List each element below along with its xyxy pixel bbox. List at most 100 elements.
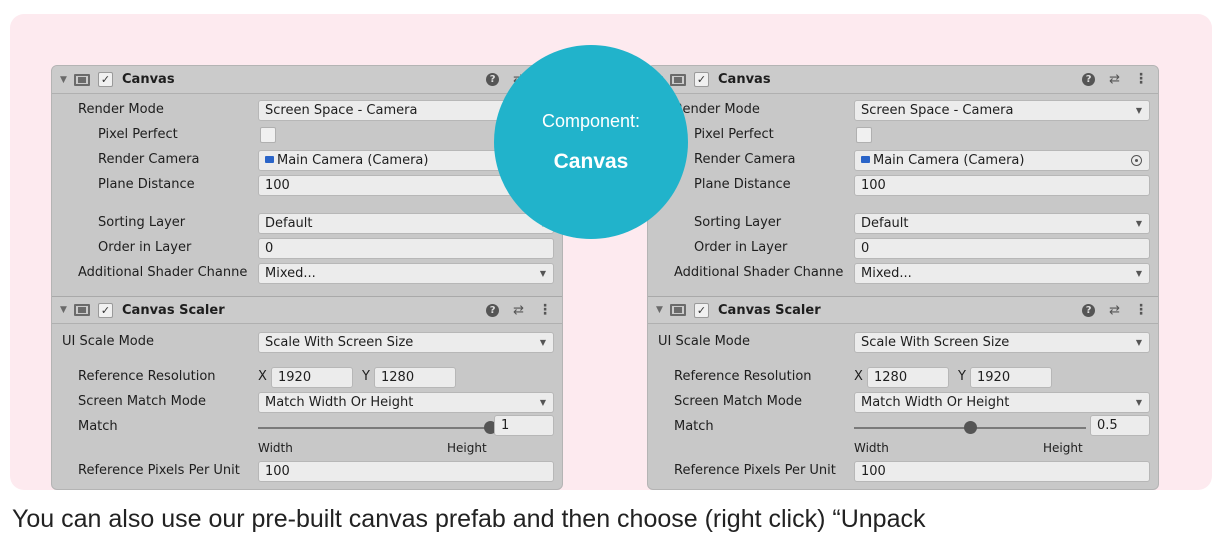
component-badge: Component: Canvas xyxy=(494,45,688,239)
shader-channels-dropdown[interactable]: Mixed... xyxy=(258,263,554,284)
render-camera-label: Render Camera xyxy=(694,152,796,167)
x-tag: X xyxy=(854,369,863,384)
kebab-menu-icon[interactable]: ⋮ xyxy=(1134,302,1148,318)
canvas-scaler-icon xyxy=(74,304,90,316)
render-mode-dropdown[interactable]: Screen Space - Camera xyxy=(854,100,1150,121)
match-row: Match 1 Width Height xyxy=(52,415,562,455)
preset-icon[interactable]: ⇄ xyxy=(1109,303,1120,318)
width-caption: Width xyxy=(258,441,293,455)
order-in-layer-input[interactable]: 0 xyxy=(258,238,554,259)
order-in-layer-label: Order in Layer xyxy=(694,240,788,255)
order-in-layer-input[interactable]: 0 xyxy=(854,238,1150,259)
match-slider-track[interactable] xyxy=(258,427,490,429)
order-in-layer-row: Order in Layer 0 xyxy=(648,236,1158,260)
pixel-perfect-row: Pixel Perfect xyxy=(648,123,1158,147)
caption-text: You can also use our pre-built canvas pr… xyxy=(12,505,926,533)
reference-resolution-label: Reference Resolution xyxy=(674,369,812,384)
plane-distance-label: Plane Distance xyxy=(98,177,195,192)
reference-ppu-row: Reference Pixels Per Unit 100 xyxy=(648,459,1158,483)
reference-resolution-label: Reference Resolution xyxy=(78,369,216,384)
plane-distance-input[interactable]: 100 xyxy=(854,175,1150,196)
triangle-down-icon[interactable]: ▼ xyxy=(60,75,72,85)
plane-distance-label: Plane Distance xyxy=(694,177,791,192)
screen-match-mode-label: Screen Match Mode xyxy=(78,394,207,409)
match-value-input[interactable]: 1 xyxy=(494,415,554,436)
shader-channels-label: Additional Shader Channe xyxy=(674,265,844,280)
inspector-panel-left: ▼ ✓ Canvas ? ⇄ ⋮ Render Mode Screen Spac… xyxy=(51,65,563,490)
shader-channels-row: Additional Shader Channe Mixed... xyxy=(52,261,562,285)
component-enabled-checkbox[interactable]: ✓ xyxy=(694,302,709,318)
component-title: Canvas xyxy=(122,72,175,87)
render-mode-row: Render Mode Screen Space - Camera xyxy=(648,98,1158,122)
ui-scale-mode-dropdown[interactable]: Scale With Screen Size xyxy=(258,332,554,353)
width-caption: Width xyxy=(854,441,889,455)
triangle-down-icon[interactable]: ▼ xyxy=(60,305,72,315)
sorting-layer-dropdown[interactable]: Default xyxy=(258,213,554,234)
resolution-y-input[interactable]: 1920 xyxy=(970,367,1052,388)
component-title: Canvas Scaler xyxy=(122,302,225,318)
sorting-layer-label: Sorting Layer xyxy=(98,215,186,230)
screen-match-mode-dropdown[interactable]: Match Width Or Height xyxy=(258,392,554,413)
match-label: Match xyxy=(674,419,714,434)
resolution-x-input[interactable]: 1920 xyxy=(271,367,353,388)
match-slider-knob[interactable] xyxy=(963,421,977,434)
x-tag: X xyxy=(258,369,267,384)
canvas-scaler-header[interactable]: ▼ ✓ Canvas Scaler ? ⇄ ⋮ xyxy=(52,296,562,324)
sorting-layer-row: Sorting Layer Default xyxy=(52,211,562,235)
component-enabled-checkbox[interactable]: ✓ xyxy=(98,302,113,318)
help-icon[interactable]: ? xyxy=(486,72,500,86)
preset-icon[interactable]: ⇄ xyxy=(1109,72,1120,87)
component-enabled-checkbox[interactable]: ✓ xyxy=(694,72,709,87)
object-picker-icon[interactable] xyxy=(1131,155,1142,166)
canvas-component-header[interactable]: ▼ ✓ Canvas ? ⇄ ⋮ xyxy=(52,66,562,94)
sorting-layer-label: Sorting Layer xyxy=(694,215,782,230)
preset-icon[interactable]: ⇄ xyxy=(513,303,524,318)
order-in-layer-label: Order in Layer xyxy=(98,240,192,255)
render-camera-field[interactable]: Main Camera (Camera) xyxy=(854,150,1150,171)
canvas-component-icon xyxy=(670,73,686,86)
pixel-perfect-label: Pixel Perfect xyxy=(694,127,774,142)
kebab-menu-icon[interactable]: ⋮ xyxy=(1134,71,1148,87)
render-camera-label: Render Camera xyxy=(98,152,200,167)
resolution-y-input[interactable]: 1280 xyxy=(374,367,456,388)
canvas-scaler-icon xyxy=(670,304,686,316)
y-tag: Y xyxy=(958,369,966,384)
canvas-component-icon xyxy=(74,73,90,86)
screen-match-mode-row: Screen Match Mode Match Width Or Height xyxy=(52,390,562,414)
component-title: Canvas Scaler xyxy=(718,302,821,318)
camera-icon xyxy=(861,156,870,163)
sorting-layer-row: Sorting Layer Default xyxy=(648,211,1158,235)
ui-scale-mode-dropdown[interactable]: Scale With Screen Size xyxy=(854,332,1150,353)
render-camera-row: Render Camera Main Camera (Camera) xyxy=(52,148,562,172)
reference-ppu-row: Reference Pixels Per Unit 100 xyxy=(52,459,562,483)
match-row: Match 0.5 Width Height xyxy=(648,415,1158,455)
reference-ppu-label: Reference Pixels Per Unit xyxy=(674,463,836,478)
reference-ppu-input[interactable]: 100 xyxy=(258,461,554,482)
order-in-layer-row: Order in Layer 0 xyxy=(52,236,562,260)
screen-match-mode-row: Screen Match Mode Match Width Or Height xyxy=(648,390,1158,414)
component-title: Canvas xyxy=(718,72,771,87)
triangle-down-icon[interactable]: ▼ xyxy=(656,305,668,315)
canvas-component-header[interactable]: ▼ ✓ Canvas ? ⇄ ⋮ xyxy=(648,66,1158,94)
help-icon[interactable]: ? xyxy=(486,303,500,317)
pixel-perfect-row: Pixel Perfect xyxy=(52,123,562,147)
screen-match-mode-dropdown[interactable]: Match Width Or Height xyxy=(854,392,1150,413)
pixel-perfect-toggle[interactable] xyxy=(856,127,872,143)
match-value-input[interactable]: 0.5 xyxy=(1090,415,1150,436)
pixel-perfect-label: Pixel Perfect xyxy=(98,127,178,142)
help-icon[interactable]: ? xyxy=(1082,303,1096,317)
kebab-menu-icon[interactable]: ⋮ xyxy=(538,302,552,318)
shader-channels-dropdown[interactable]: Mixed... xyxy=(854,263,1150,284)
render-mode-row: Render Mode Screen Space - Camera xyxy=(52,98,562,122)
help-icon[interactable]: ? xyxy=(1082,72,1096,86)
canvas-scaler-header[interactable]: ▼ ✓ Canvas Scaler ? ⇄ ⋮ xyxy=(648,296,1158,324)
sorting-layer-dropdown[interactable]: Default xyxy=(854,213,1150,234)
reference-resolution-row: Reference Resolution X 1920 Y 1280 xyxy=(52,365,562,389)
component-enabled-checkbox[interactable]: ✓ xyxy=(98,72,113,87)
pixel-perfect-toggle[interactable] xyxy=(260,127,276,143)
reference-ppu-input[interactable]: 100 xyxy=(854,461,1150,482)
height-caption: Height xyxy=(1043,441,1083,455)
ui-scale-mode-label: UI Scale Mode xyxy=(62,334,155,349)
resolution-x-input[interactable]: 1280 xyxy=(867,367,949,388)
ui-scale-mode-label: UI Scale Mode xyxy=(658,334,751,349)
